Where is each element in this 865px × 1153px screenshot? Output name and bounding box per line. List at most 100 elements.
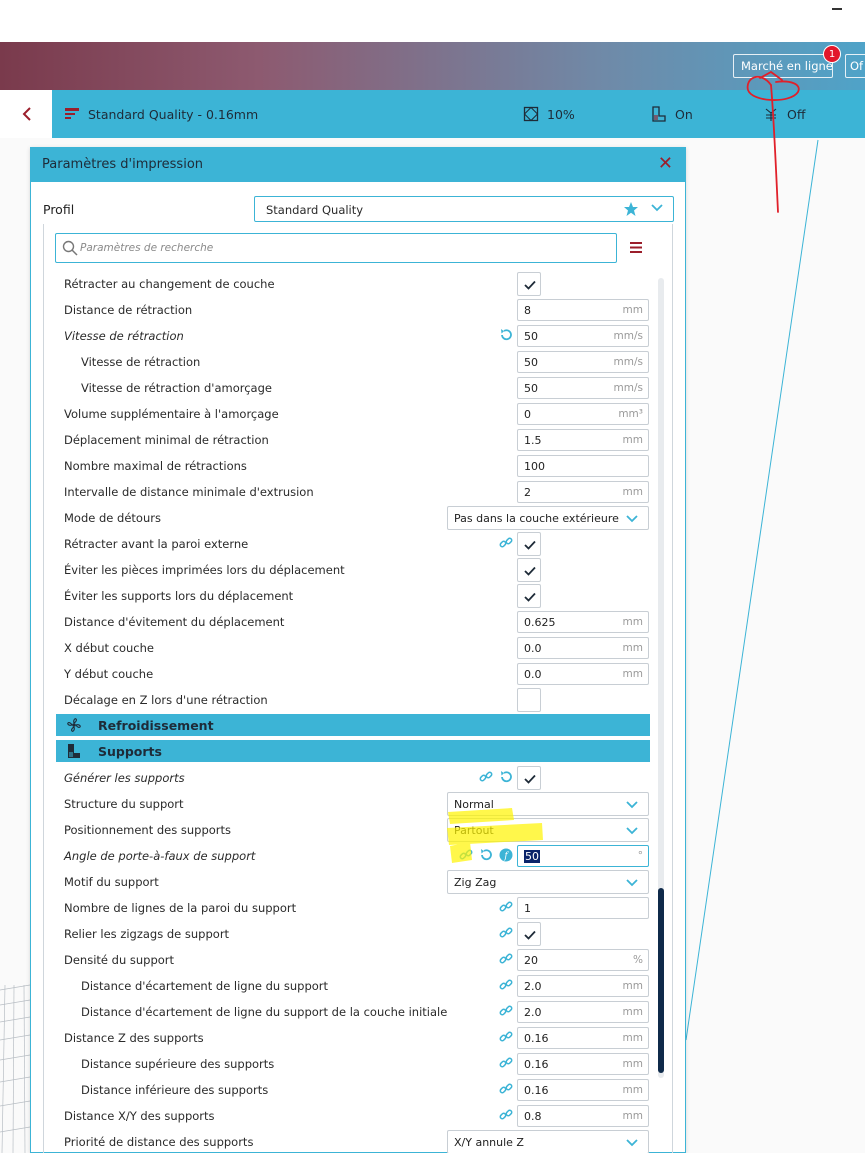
setting-checkbox[interactable]: [517, 272, 541, 296]
setting-input[interactable]: 2.0 mm: [517, 975, 649, 997]
category-supports[interactable]: Supports: [56, 740, 650, 762]
menu-icon[interactable]: [630, 242, 642, 253]
setting-checkbox[interactable]: [517, 558, 541, 582]
marketplace-button[interactable]: Marché en ligne: [733, 54, 833, 78]
setting-input[interactable]: 8 mm: [517, 299, 649, 321]
setting-input[interactable]: 2.0 mm: [517, 1001, 649, 1023]
link-icon[interactable]: [499, 978, 513, 992]
header-other-button[interactable]: Of: [845, 54, 865, 78]
link-icon[interactable]: [499, 952, 513, 966]
setting-checkbox[interactable]: [517, 688, 541, 712]
settings-search[interactable]: [55, 233, 617, 263]
setting-label: Distance d'écartement de ligne du suppor…: [81, 1005, 448, 1019]
link-icon[interactable]: [479, 770, 493, 784]
setting-dropdown[interactable]: X/Y annule Z: [447, 1130, 649, 1153]
setting-input[interactable]: 2 mm: [517, 481, 649, 503]
setting-label: Densité du support: [64, 953, 175, 967]
setting-input[interactable]: 0.8 mm: [517, 1105, 649, 1127]
setting-row: Nombre de lignes de la paroi du support …: [57, 895, 651, 921]
toolbar-infill[interactable]: 10%: [523, 90, 575, 138]
link-icon[interactable]: [499, 926, 513, 940]
link-icon[interactable]: [459, 848, 473, 862]
setting-label: Motif du support: [64, 875, 159, 889]
setting-row: Distance d'écartement de ligne du suppor…: [57, 999, 651, 1025]
setting-input[interactable]: 50 mm/s: [517, 351, 649, 373]
setting-unit: mm/s: [613, 330, 643, 342]
setting-icons: [499, 952, 513, 966]
collapse-button[interactable]: [0, 90, 52, 138]
star-icon[interactable]: [623, 201, 639, 217]
setting-row: Distance inférieure des supports 0.16 mm: [57, 1077, 651, 1103]
search-input[interactable]: [80, 238, 600, 258]
reset-icon[interactable]: [479, 848, 493, 862]
setting-dropdown[interactable]: Zig Zag: [447, 870, 649, 894]
reset-icon[interactable]: [499, 328, 513, 342]
setting-value: 0.0: [524, 642, 542, 655]
setting-input[interactable]: 100: [517, 455, 649, 477]
setting-value: 1: [524, 902, 531, 915]
setting-dropdown[interactable]: Partout: [447, 818, 649, 842]
setting-row: Distance Z des supports 0.16 mm: [57, 1025, 651, 1051]
setting-value: 0.16: [524, 1032, 549, 1045]
setting-input[interactable]: 0 mm³: [517, 403, 649, 425]
link-icon[interactable]: [499, 900, 513, 914]
setting-value: X/Y annule Z: [454, 1136, 524, 1149]
minimize-icon[interactable]: [832, 8, 842, 10]
setting-input[interactable]: 50 °: [517, 845, 649, 867]
toolbar-profile-label: Standard Quality - 0.16mm: [88, 106, 259, 122]
setting-input[interactable]: 0.0 mm: [517, 663, 649, 685]
setting-row: Structure du support Normal: [57, 791, 651, 817]
function-icon[interactable]: f: [499, 848, 513, 862]
link-icon[interactable]: [499, 1004, 513, 1018]
setting-input[interactable]: 0.16 mm: [517, 1027, 649, 1049]
settings-scrollbar-thumb[interactable]: [658, 888, 664, 1073]
setting-checkbox[interactable]: [517, 532, 541, 556]
setting-unit: mm: [622, 1006, 643, 1018]
setting-label: Priorité de distance des supports: [64, 1135, 254, 1149]
toolbar-support[interactable]: On: [651, 90, 693, 138]
setting-dropdown[interactable]: Pas dans la couche extérieure: [447, 506, 649, 530]
toolbar-profile[interactable]: Standard Quality - 0.16mm: [64, 90, 258, 138]
category-cooling[interactable]: Refroidissement: [56, 714, 650, 736]
toolbar-adhesion[interactable]: Off: [763, 90, 805, 138]
setting-input[interactable]: 20%: [517, 949, 649, 971]
setting-icons: [499, 900, 513, 914]
notification-badge: 1: [823, 45, 841, 63]
reset-icon[interactable]: [499, 770, 513, 784]
setting-checkbox[interactable]: [517, 922, 541, 946]
setting-input[interactable]: 0.625 mm: [517, 611, 649, 633]
setting-dropdown[interactable]: Normal: [447, 792, 649, 816]
setting-label: Rétracter au changement de couche: [64, 277, 275, 291]
profile-value: Standard Quality: [266, 203, 364, 217]
setting-input[interactable]: 1.5 mm: [517, 429, 649, 451]
setting-unit: mm/s: [613, 382, 643, 394]
link-icon[interactable]: [499, 1108, 513, 1122]
close-icon[interactable]: ✕: [658, 155, 673, 173]
link-icon[interactable]: [499, 536, 513, 550]
setting-row: Vitesse de rétraction 50 mm/s: [57, 349, 651, 375]
setting-unit: mm: [622, 304, 643, 316]
chevron-down-icon: [651, 204, 663, 212]
setting-icons: [499, 978, 513, 992]
setting-input[interactable]: 50 mm/s: [517, 325, 649, 347]
setting-input[interactable]: 0.16 mm: [517, 1053, 649, 1075]
setting-icons: [499, 536, 513, 550]
setting-label: Distance X/Y des supports: [64, 1109, 215, 1123]
profile-dropdown[interactable]: Standard Quality: [254, 196, 674, 222]
setting-input[interactable]: 0.16 mm: [517, 1079, 649, 1101]
setting-checkbox[interactable]: [517, 584, 541, 608]
setting-value: 0.8: [524, 1110, 542, 1123]
panel-header: Paramètres d'impression ✕: [31, 148, 685, 182]
setting-row: Relier les zigzags de support: [57, 921, 651, 947]
link-icon[interactable]: [499, 1082, 513, 1096]
setting-label: Éviter les pièces imprimées lors du dépl…: [64, 563, 345, 577]
setting-label: Rétracter avant la paroi externe: [64, 537, 249, 551]
toolbar-support-label: On: [675, 106, 693, 122]
setting-unit: mm: [622, 1032, 643, 1044]
link-icon[interactable]: [499, 1030, 513, 1044]
setting-input[interactable]: 50 mm/s: [517, 377, 649, 399]
link-icon[interactable]: [499, 1056, 513, 1070]
setting-input[interactable]: 1: [517, 897, 649, 919]
setting-input[interactable]: 0.0 mm: [517, 637, 649, 659]
setting-checkbox[interactable]: [517, 766, 541, 790]
